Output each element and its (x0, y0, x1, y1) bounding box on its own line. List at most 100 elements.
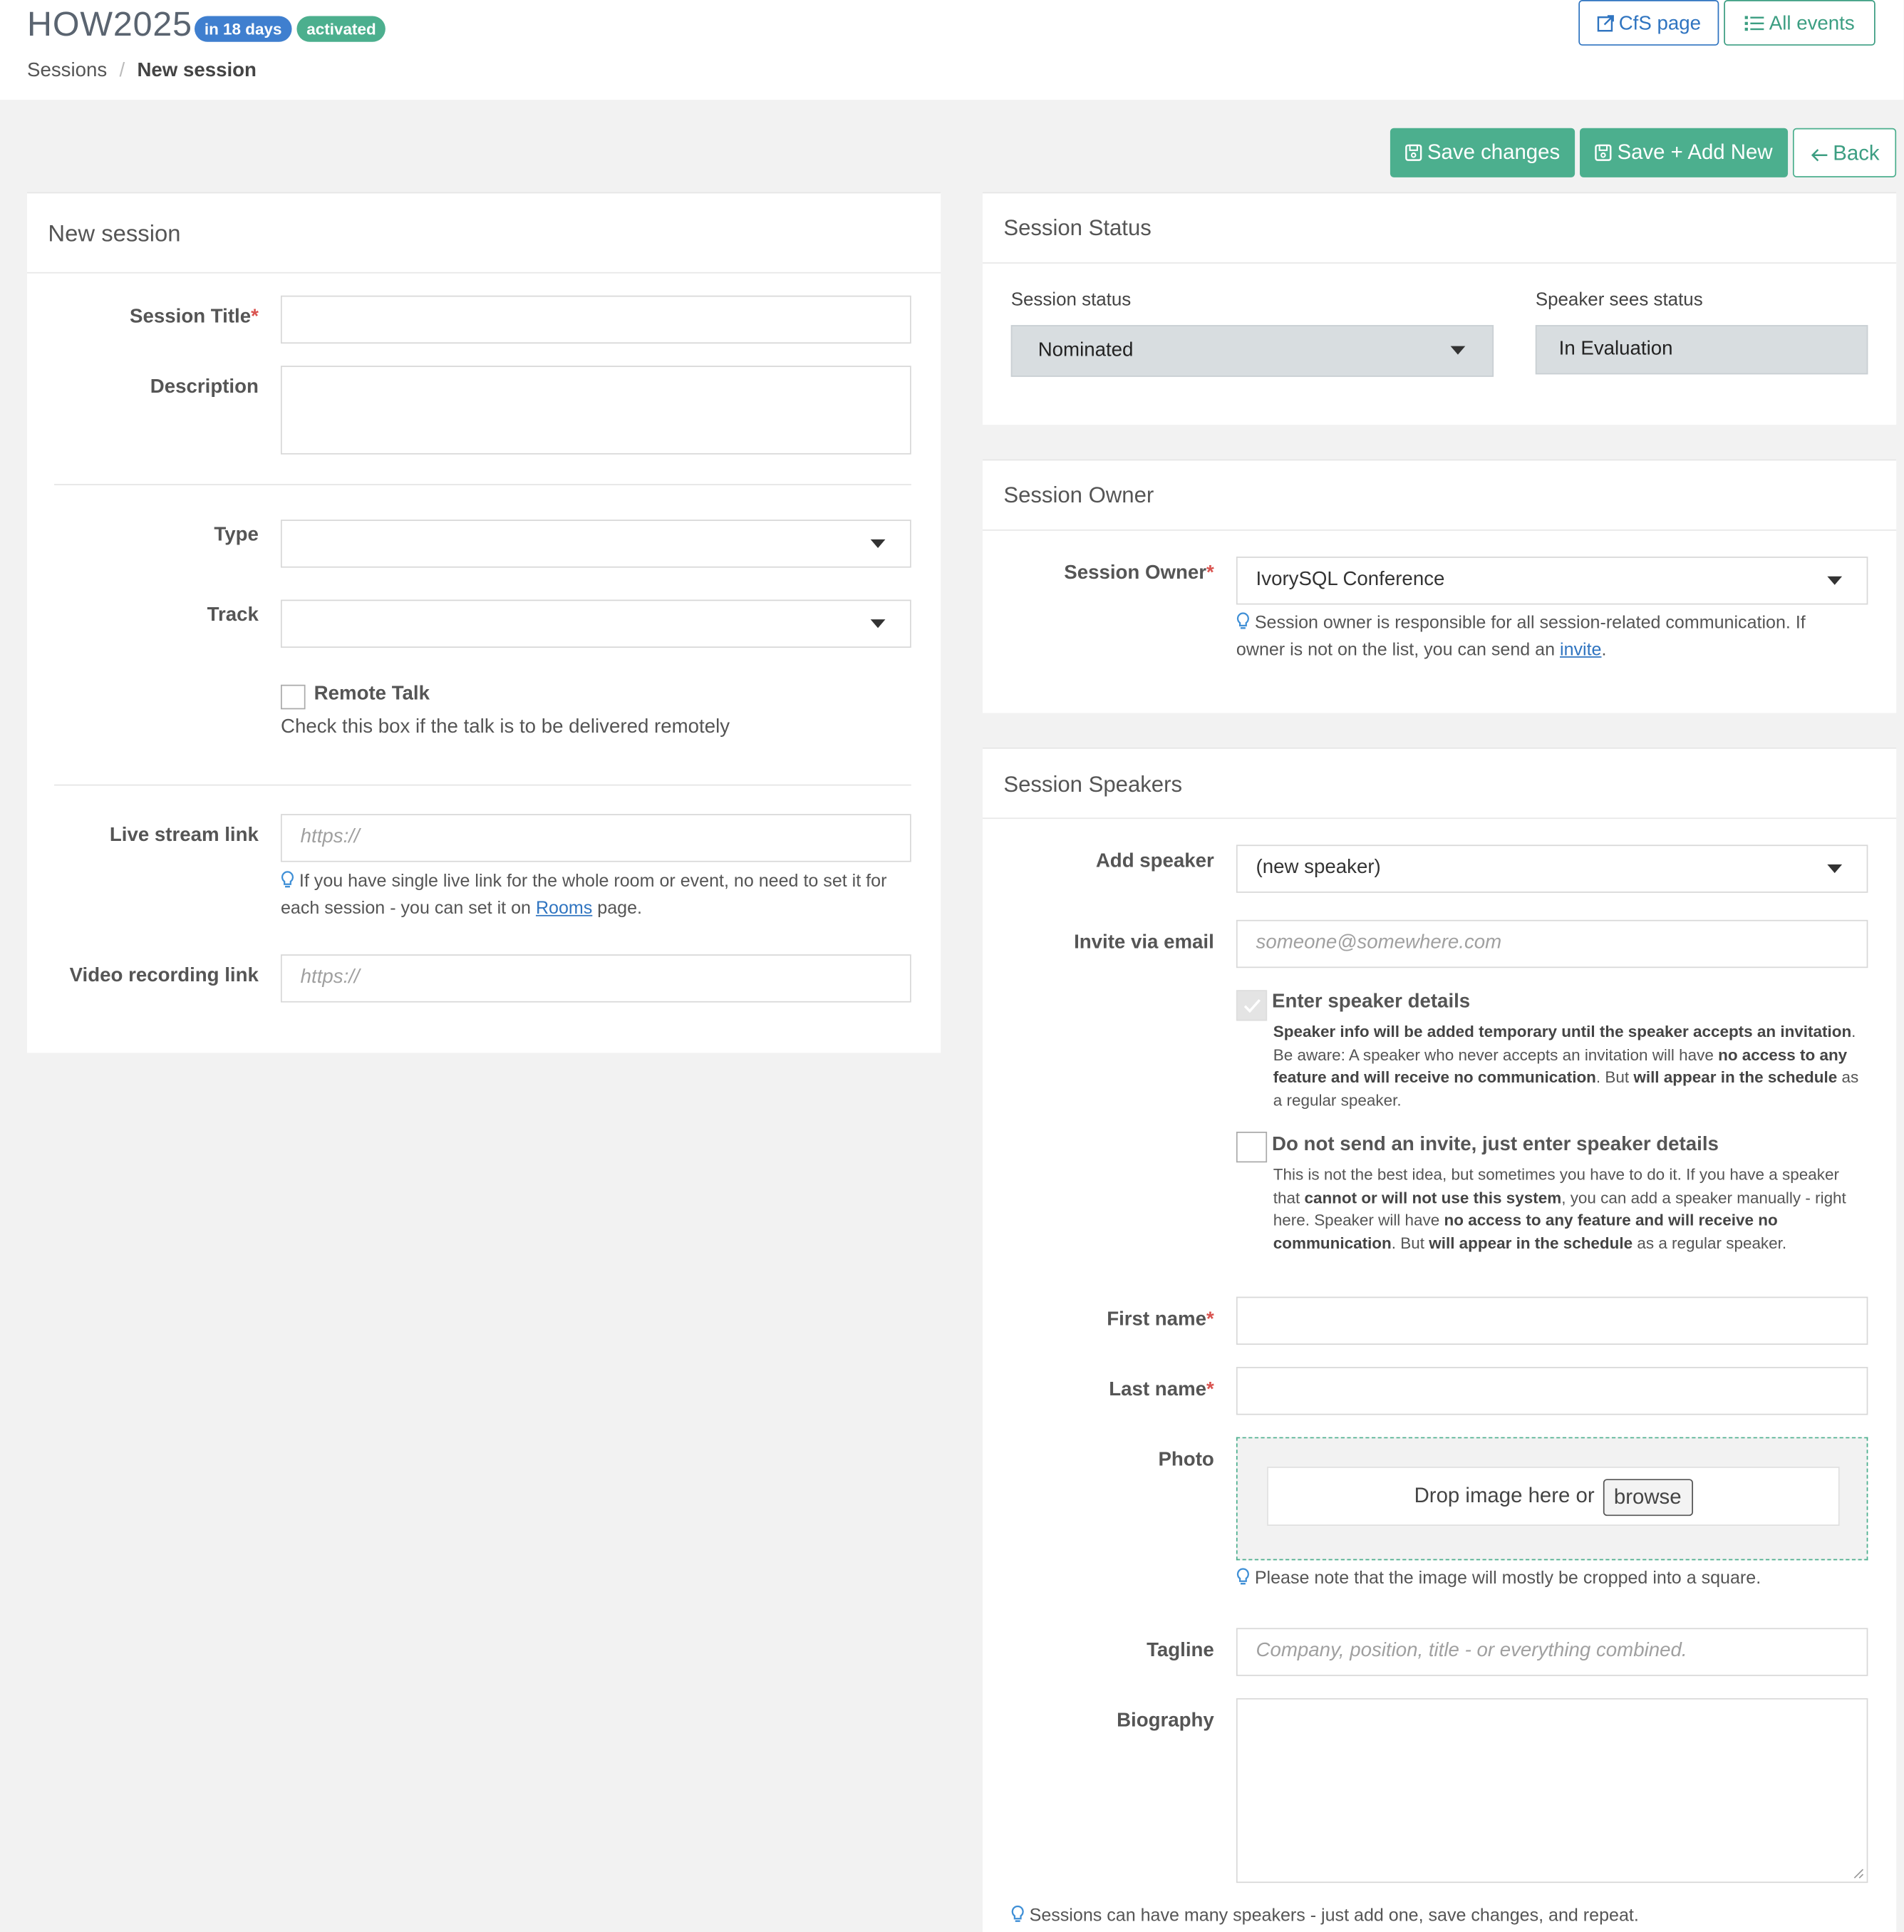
breadcrumb-current: New session (137, 60, 257, 82)
all-events-button[interactable]: All events (1724, 0, 1875, 46)
lightbulb-icon (281, 871, 294, 897)
drop-text: Drop image here or (1414, 1484, 1595, 1508)
tagline-label: Tagline (1147, 1640, 1214, 1662)
enter-details-description: Speaker info will be added temporary unt… (1273, 1022, 1859, 1110)
save-changes-button[interactable]: Save changes (1390, 128, 1576, 180)
invite-link[interactable]: invite (1560, 641, 1602, 661)
chevron-down-icon (1450, 346, 1466, 355)
chevron-down-icon (1827, 576, 1843, 585)
list-icon (1744, 4, 1764, 49)
enter-details-label: Enter speaker details (1272, 991, 1471, 1013)
live-stream-placeholder: https:// (300, 826, 360, 847)
save-add-new-button[interactable]: Save + Add New (1580, 128, 1789, 180)
no-invite-label: Do not send an invite, just enter speake… (1272, 1134, 1719, 1155)
save-icon (1405, 130, 1422, 180)
speaker-sees-status-field: In Evaluation (1535, 325, 1868, 375)
live-stream-hint: If you have single live link for the who… (280, 871, 887, 919)
breadcrumb-sessions-link[interactable]: Sessions (27, 61, 107, 81)
remote-talk-label: Remote Talk (314, 683, 430, 705)
last-name-input[interactable] (1236, 1367, 1868, 1415)
type-select[interactable] (280, 520, 911, 568)
track-select[interactable] (280, 599, 911, 648)
invite-email-input[interactable]: someone@somewhere.com (1236, 919, 1868, 968)
panel-header: New session (27, 193, 941, 274)
panel-header: Session Owner (982, 460, 1897, 531)
description-label: Description (150, 376, 259, 398)
chevron-down-icon (870, 539, 886, 548)
remote-talk-checkbox[interactable] (280, 684, 306, 710)
session-speakers-panel: Session Speakers Add speaker (new speake… (982, 747, 1897, 1932)
video-recording-input[interactable]: https:// (280, 954, 911, 1003)
breadcrumb-separator: / (119, 60, 125, 82)
live-stream-input[interactable]: https:// (280, 814, 911, 862)
session-status-label: Session status (1010, 289, 1132, 311)
status-badge: activated (296, 16, 386, 42)
tagline-input[interactable]: Company, position, title - or everything… (1236, 1628, 1868, 1676)
arrow-left-icon (1809, 132, 1828, 181)
speaker-sees-status-label: Speaker sees status (1535, 289, 1703, 311)
session-status-value: Nominated (1038, 339, 1134, 361)
session-status-select[interactable]: Nominated (1010, 325, 1494, 377)
days-badge: in 18 days (195, 16, 292, 42)
session-owner-value: IvorySQL Conference (1256, 569, 1445, 590)
invite-email-placeholder: someone@somewhere.com (1256, 932, 1502, 954)
chevron-down-icon (870, 619, 886, 629)
no-invite-description: This is not the best idea, but sometimes… (1273, 1164, 1846, 1252)
save-icon (1595, 130, 1613, 180)
tagline-placeholder: Company, position, title - or everything… (1256, 1640, 1687, 1662)
checkmark-icon (1243, 998, 1261, 1013)
breadcrumb: Sessions / New session (27, 61, 257, 83)
event-title: HOW2025 (27, 4, 192, 43)
track-label: Track (207, 604, 259, 626)
live-stream-label: Live stream link (109, 825, 259, 847)
add-speaker-value: (new speaker) (1256, 857, 1381, 879)
remote-talk-hint: Check this box if the talk is to be deli… (280, 716, 730, 738)
rooms-link[interactable]: Rooms (536, 899, 592, 919)
last-name-label: Last name* (1109, 1379, 1214, 1400)
no-invite-checkbox[interactable] (1236, 1132, 1268, 1163)
drop-area[interactable]: Drop image here or browse (1267, 1467, 1840, 1526)
biography-textarea[interactable] (1236, 1698, 1868, 1884)
add-speaker-label: Add speaker (1095, 851, 1214, 872)
panel-title: Session Owner (1003, 482, 1154, 507)
page-header: HOW2025 in 18 days activated Sessions / Ne… (0, 0, 1904, 100)
session-title-label: Session Title* (130, 306, 259, 328)
required-mark: * (251, 306, 259, 328)
cfs-page-label: CfS page (1618, 14, 1701, 35)
speakers-footer-hint: Sessions can have many speakers - just a… (1011, 1903, 1639, 1931)
resize-handle-icon[interactable] (1852, 1867, 1864, 1879)
panel-title: Session Speakers (1003, 772, 1183, 797)
first-name-input[interactable] (1236, 1296, 1868, 1345)
add-speaker-select[interactable]: (new speaker) (1236, 844, 1868, 893)
panel-header: Session Speakers (982, 749, 1897, 820)
browse-button[interactable]: browse (1603, 1478, 1693, 1516)
description-textarea[interactable] (280, 366, 911, 455)
save-add-new-label: Save + Add New (1617, 140, 1773, 164)
session-owner-panel: Session Owner Session Owner* IvorySQL Co… (982, 459, 1897, 713)
lightbulb-icon (1011, 1905, 1025, 1931)
chevron-down-icon (1827, 864, 1843, 874)
divider (54, 784, 911, 786)
lightbulb-icon (1236, 1568, 1250, 1593)
save-changes-label: Save changes (1427, 140, 1561, 164)
photo-hint: Please note that the image will mostly b… (1236, 1566, 1761, 1593)
external-link-icon (1597, 4, 1614, 49)
enter-details-checkbox[interactable] (1236, 990, 1268, 1021)
lightbulb-icon (1236, 612, 1250, 638)
session-form-panel: New session Session Title* Description T… (27, 192, 941, 1053)
panel-title: New session (48, 222, 181, 248)
back-label: Back (1833, 141, 1880, 165)
photo-label: Photo (1158, 1449, 1214, 1471)
invite-email-label: Invite via email (1074, 932, 1214, 954)
photo-dropzone[interactable]: Drop image here or browse (1236, 1437, 1868, 1561)
session-owner-select[interactable]: IvorySQL Conference (1236, 557, 1868, 605)
speaker-sees-status-value: In Evaluation (1558, 339, 1673, 360)
first-name-label: First name* (1107, 1308, 1214, 1331)
session-owner-hint: Session owner is responsible for all ses… (1236, 612, 1806, 661)
panel-title: Session Status (1003, 215, 1152, 240)
back-button[interactable]: Back (1792, 128, 1897, 177)
session-owner-label: Session Owner* (1064, 562, 1214, 584)
cfs-page-button[interactable]: CfS page (1578, 0, 1719, 46)
session-title-input[interactable] (280, 295, 911, 344)
session-status-panel: Session Status Session status Nominated … (982, 192, 1897, 425)
